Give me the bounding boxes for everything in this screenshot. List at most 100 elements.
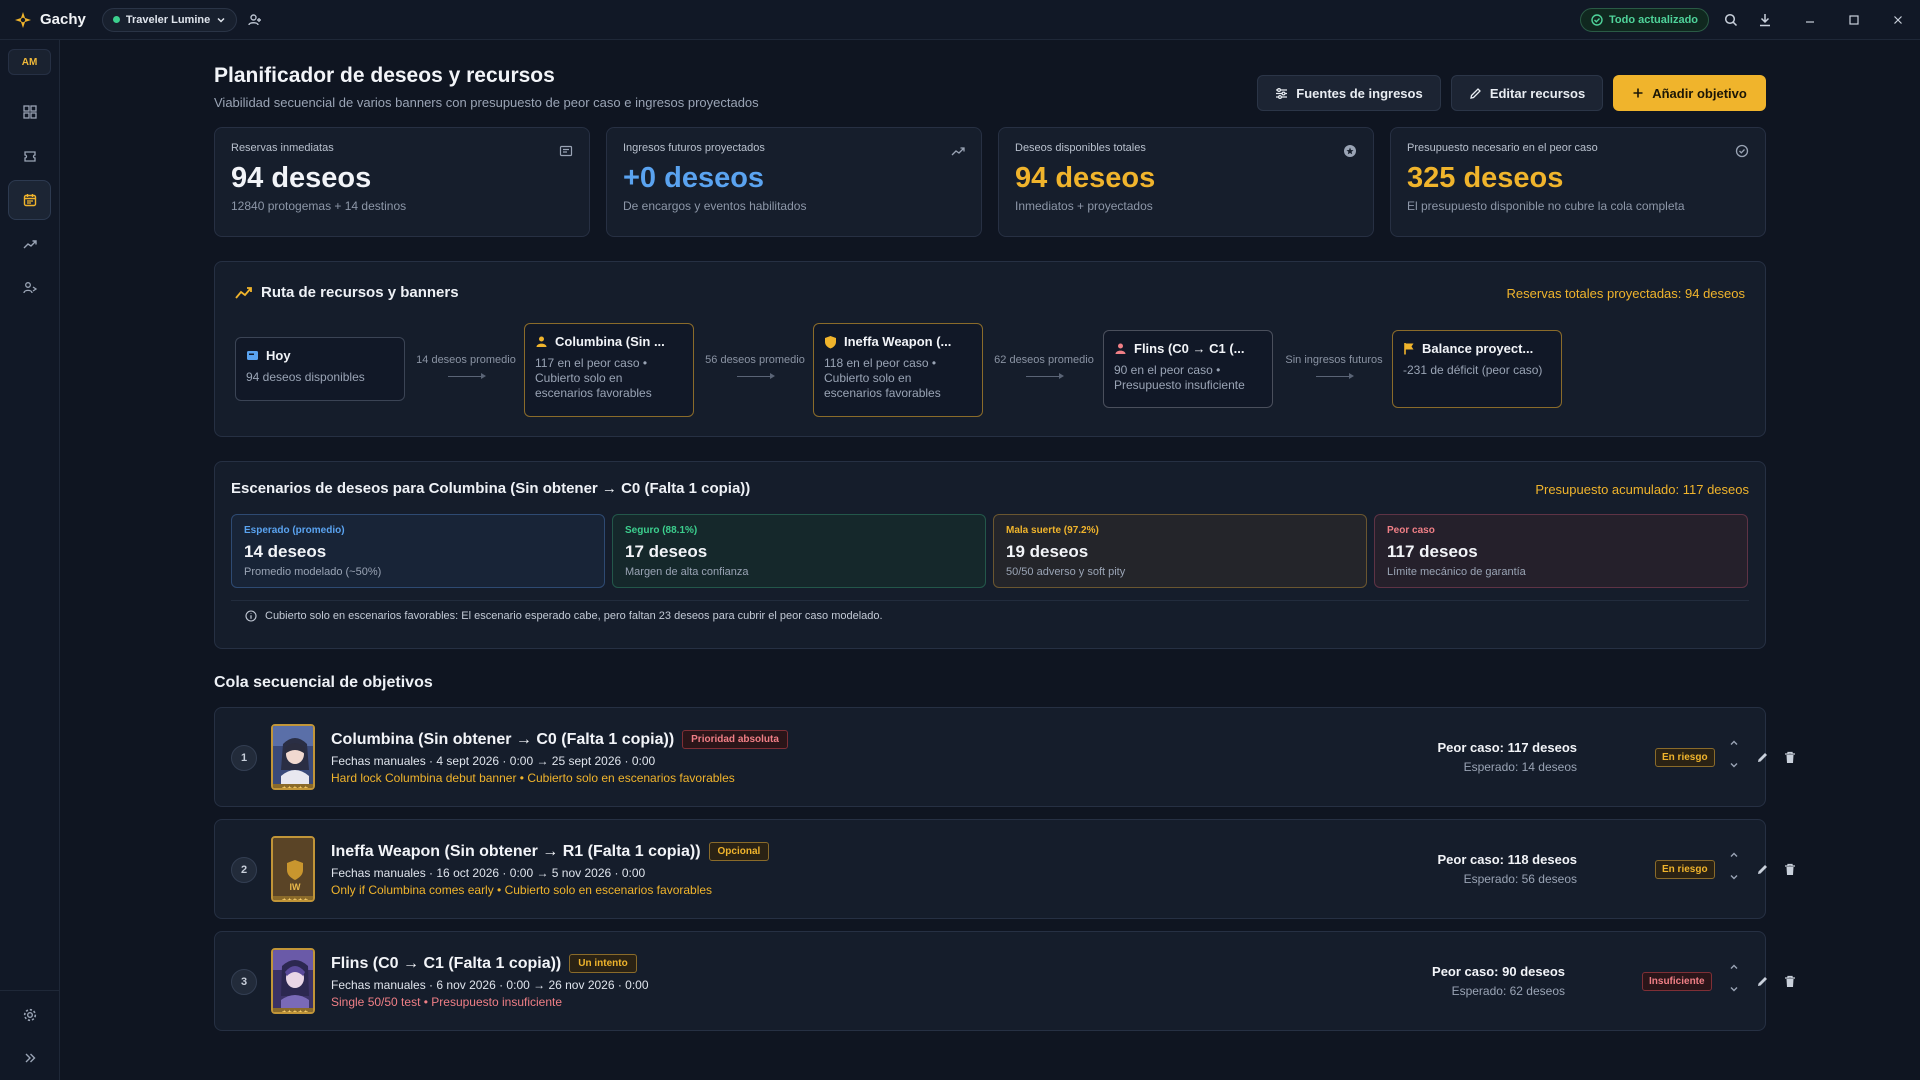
app-logo-icon [14,11,32,29]
sliders-icon [1276,87,1288,99]
income-sources-label: Fuentes de ingresos [1296,85,1423,101]
route-node-today[interactable]: Hoy 94 deseos disponibles [235,337,405,401]
queue-item-2[interactable]: 2 IW ★★★★★ Ineffa Weapon (Sin obtener → R… [214,819,1795,919]
edit-goal-button[interactable] [1753,748,1771,766]
profile-selector[interactable]: Traveler Lumine [101,7,238,32]
title-bar: Gachy Traveler Lumine Todo actualizado [0,0,1920,40]
move-down-button[interactable] [1727,870,1741,884]
goal-dates: Fechas manuales · 4 sept 2026 · 0:00 → 2… [331,754,656,768]
scenario-value: 14 deseos [244,542,327,561]
risk-badge: En riesgo [1655,860,1715,879]
minimize-icon[interactable] [1798,8,1822,32]
add-goal-label: Añadir objetivo [1652,85,1747,101]
stat-value: 94 deseos [231,162,372,194]
scenario-card-worst: Peor caso 117 deseos Límite mecánico de … [1374,514,1748,588]
scenarios-budget: Presupuesto acumulado: 117 deseos [1535,482,1749,497]
goal-name: Flins (C0 → C1 (Falta 1 copia)) [331,954,562,972]
sidebar-item-accounts[interactable] [8,268,51,308]
chevrons-right-icon [25,1053,35,1063]
chevron-up-icon [1730,964,1738,969]
route-connector: 62 deseos promedio [991,354,1097,379]
sidebar-item-dashboard[interactable] [8,92,51,132]
character-portrait: ★★★★★ [271,948,315,1014]
route-connector: 14 deseos promedio [413,354,519,379]
node-title: Ineffa Weapon (... [844,334,952,349]
shield-icon [825,335,836,348]
stat-card-immediate: Reservas inmediatas 94 deseos 12840 prot… [214,127,590,237]
income-sources-button[interactable]: Fuentes de ingresos [1257,75,1441,111]
move-up-button[interactable] [1727,960,1741,974]
scenario-value: 19 deseos [1006,542,1089,561]
goal-name: Ineffa Weapon (Sin obtener → R1 (Falta 1… [331,842,701,860]
route-node-columbina[interactable]: Columbina (Sin ... 117 en el peor caso •… [524,323,694,417]
queue-item-1[interactable]: 1 ★★★★★ Columbina (Sin obtener → C0 (Fal… [214,707,1795,807]
online-dot-icon [112,16,120,23]
delete-goal-button[interactable] [1781,860,1799,878]
stat-value: 325 deseos [1407,162,1564,194]
node-title: Balance proyect... [1422,341,1534,356]
download-icon[interactable] [1753,8,1777,32]
manage-profiles-icon[interactable] [243,8,267,32]
edit-goal-button[interactable] [1753,860,1771,878]
chevron-down-icon [217,17,225,23]
stat-card-projected: Ingresos futuros proyectados +0 deseos D… [606,127,982,237]
move-down-button[interactable] [1727,982,1741,996]
scenario-label: Peor caso [1387,525,1435,536]
node-desc: 94 deseos disponibles [246,370,365,384]
move-up-button[interactable] [1727,848,1741,862]
svg-text:★★★★★: ★★★★★ [282,897,309,902]
edit-resources-label: Editar recursos [1489,85,1586,101]
search-icon[interactable] [1719,8,1743,32]
node-title: Flins (C0 → C1 (... [1134,341,1245,356]
person-icon [1115,343,1126,354]
gear-icon [23,1008,36,1022]
edit-goal-button[interactable] [1753,972,1771,990]
node-desc: 90 en el peor caso • Presupuesto insufic… [1114,363,1245,392]
route-node-ineffa[interactable]: Ineffa Weapon (... 118 en el peor caso •… [813,323,983,417]
main-content: Planificador de deseos y recursos Viabil… [60,40,1920,1080]
delete-goal-button[interactable] [1781,972,1799,990]
settings-button[interactable] [8,995,51,1035]
stat-note: El presupuesto disponible no cubre la co… [1407,199,1685,213]
delete-goal-button[interactable] [1781,748,1799,766]
connector-label: Sin ingresos futuros [1285,354,1383,366]
expand-sidebar-button[interactable] [8,1038,51,1078]
close-icon[interactable] [1886,8,1910,32]
app-name: Gachy [40,11,86,28]
sidebar-item-analytics[interactable] [8,224,51,264]
trash-icon [1785,975,1795,987]
sidebar-item-history[interactable] [8,136,51,176]
route-node-balance[interactable]: Balance proyect... -231 de déficit (peor… [1392,330,1562,408]
stat-label: Reservas inmediatas [231,142,334,154]
sidebar-item-planner[interactable] [8,180,51,220]
move-up-button[interactable] [1727,736,1741,750]
move-down-button[interactable] [1727,758,1741,772]
maximize-icon[interactable] [1842,8,1866,32]
stat-value: 94 deseos [1015,162,1156,194]
scenario-note: 50/50 adverso y soft pity [1006,566,1126,578]
queue-item-3[interactable]: 3 ★★★★★ Flins (C0 → C1 (Falta 1 copia)) U… [214,931,1795,1031]
scenario-note: Margen de alta confianza [625,566,749,578]
chevron-up-icon [1730,740,1738,745]
expected-value: Esperado: 56 deseos [1463,872,1577,886]
node-title: Hoy [266,348,291,363]
pencil-icon [1757,752,1767,762]
page-title: Planificador de deseos y recursos [214,64,555,87]
scenario-label: Mala suerte (97.2%) [1006,525,1099,536]
trend-icon [235,287,252,299]
chevron-up-icon [1730,852,1738,857]
route-node-flins[interactable]: Flins (C0 → C1 (... 90 en el peor caso •… [1103,330,1273,408]
pencil-icon [1469,87,1481,99]
add-goal-button[interactable]: Añadir objetivo [1613,75,1766,111]
check-circle-icon [1735,144,1749,158]
chevron-down-icon [1730,987,1738,992]
page-subtitle: Viabilidad secuencial de varios banners … [214,95,759,110]
scenarios-panel: Escenarios de deseos para Columbina (Sin… [214,461,1766,649]
plus-icon [1633,88,1643,98]
weapon-portrait: IW ★★★★★ [271,836,315,902]
profile-name: Traveler Lumine [125,13,211,26]
connector-label: 62 deseos promedio [994,354,1094,366]
worst-case-value: Peor caso: 90 deseos [1432,964,1565,979]
avatar[interactable]: AM [8,49,51,75]
edit-resources-button[interactable]: Editar recursos [1451,75,1603,111]
